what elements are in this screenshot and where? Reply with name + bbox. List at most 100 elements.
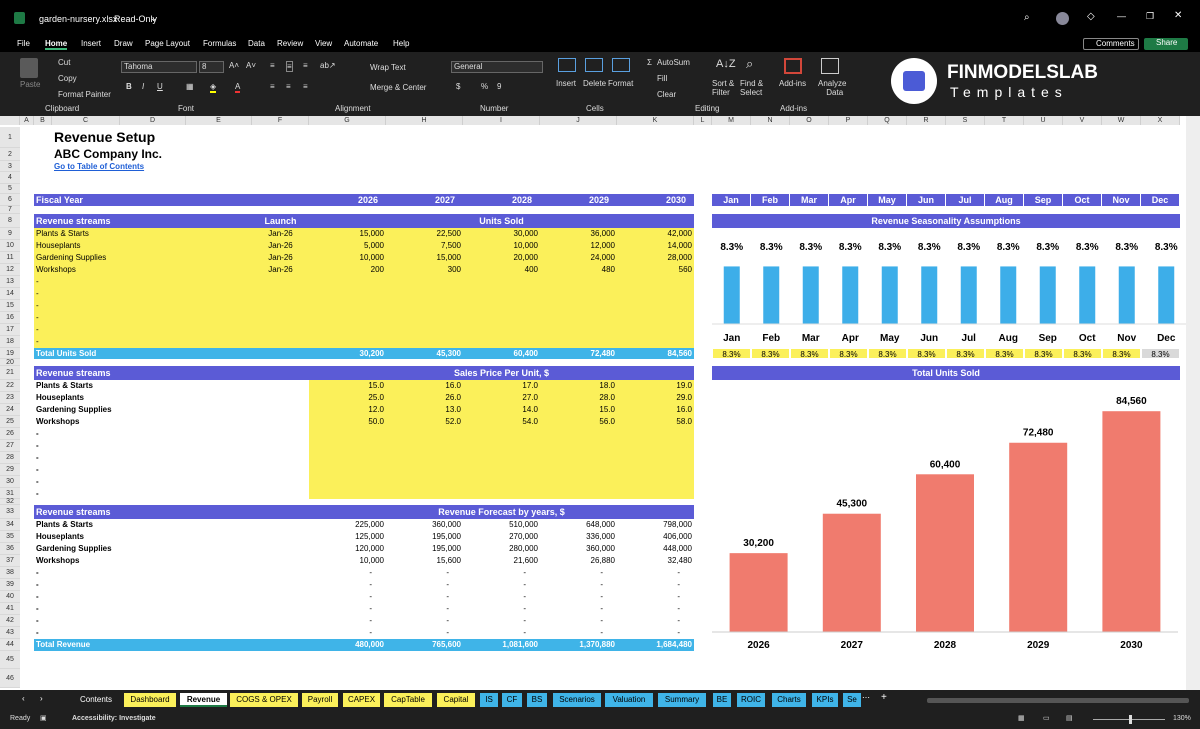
- price-value[interactable]: 26.0: [386, 392, 463, 404]
- revenue-value[interactable]: 406,000: [617, 531, 694, 543]
- clear-button[interactable]: Clear: [657, 90, 676, 99]
- row-header[interactable]: 3: [0, 161, 20, 172]
- revenue-value[interactable]: 10,000: [309, 555, 386, 567]
- units-value[interactable]: 300: [386, 264, 463, 276]
- total-units-value[interactable]: 72,480: [540, 348, 617, 359]
- price-empty[interactable]: [540, 428, 617, 440]
- month-header[interactable]: Dec: [1141, 194, 1180, 206]
- fiscal-year-label[interactable]: Fiscal Year: [34, 194, 309, 206]
- row-header[interactable]: 14: [0, 288, 20, 300]
- diamond-icon[interactable]: ◇: [1087, 11, 1095, 22]
- price-empty[interactable]: [386, 464, 463, 476]
- revenue-dash[interactable]: -: [386, 615, 463, 627]
- sheet-title[interactable]: Revenue Setup: [52, 127, 309, 147]
- month-header[interactable]: May: [868, 194, 907, 206]
- price-empty[interactable]: [540, 440, 617, 452]
- row-header[interactable]: 24: [0, 404, 20, 416]
- page-layout-view-icon[interactable]: ▭: [1043, 714, 1050, 722]
- minimize-icon[interactable]: —: [1117, 11, 1126, 21]
- month-header[interactable]: Aug: [985, 194, 1024, 206]
- units-value[interactable]: 10,000: [463, 240, 540, 252]
- revenue-value[interactable]: 360,000: [540, 543, 617, 555]
- units-empty[interactable]: [386, 312, 463, 324]
- border-icon[interactable]: ▦: [186, 82, 194, 91]
- row-header[interactable]: 38: [0, 567, 20, 579]
- restore-icon[interactable]: ❐: [1146, 11, 1154, 22]
- row-header[interactable]: 43: [0, 627, 20, 639]
- row-header[interactable]: 26: [0, 428, 20, 440]
- units-value[interactable]: 10,000: [309, 252, 386, 264]
- column-header[interactable]: A: [20, 116, 34, 125]
- units-empty[interactable]: [540, 276, 617, 288]
- paste-icon[interactable]: [20, 58, 38, 78]
- column-header[interactable]: E: [186, 116, 252, 125]
- row-header[interactable]: 45: [0, 651, 20, 669]
- price-empty[interactable]: [617, 464, 694, 476]
- avatar[interactable]: [1056, 12, 1069, 25]
- units-empty[interactable]: [386, 288, 463, 300]
- price-empty[interactable]: [463, 476, 540, 488]
- price-value[interactable]: 12.0: [309, 404, 386, 416]
- units-value[interactable]: 22,500: [386, 228, 463, 240]
- units-value[interactable]: 28,000: [617, 252, 694, 264]
- column-header[interactable]: K: [617, 116, 694, 125]
- stream-placeholder[interactable]: -: [34, 579, 309, 591]
- stream-placeholder[interactable]: -: [34, 464, 309, 476]
- normal-view-icon[interactable]: ▦: [1018, 714, 1025, 722]
- price-value[interactable]: 15.0: [309, 380, 386, 392]
- menu-page-layout[interactable]: Page Layout: [145, 39, 190, 48]
- units-empty[interactable]: [309, 288, 386, 300]
- row-header[interactable]: 41: [0, 603, 20, 615]
- units-value[interactable]: 42,000: [617, 228, 694, 240]
- sheet-tab[interactable]: KPIs: [812, 693, 838, 707]
- stream-name[interactable]: Houseplants: [34, 240, 252, 252]
- stream-placeholder[interactable]: -: [34, 627, 309, 639]
- analyze-data-button[interactable]: Analyze Data: [818, 79, 846, 97]
- sheet-tab[interactable]: Payroll: [302, 693, 338, 707]
- revenue-dash[interactable]: -: [386, 591, 463, 603]
- stream-placeholder[interactable]: -: [34, 300, 252, 312]
- row-header[interactable]: 12: [0, 264, 20, 276]
- revenue-dash[interactable]: -: [386, 567, 463, 579]
- row-header[interactable]: 28: [0, 452, 20, 464]
- launch-empty[interactable]: [252, 300, 309, 312]
- stream-name[interactable]: Workshops: [34, 264, 252, 276]
- revenue-streams-header[interactable]: Revenue streams: [34, 366, 309, 380]
- row-header[interactable]: 15: [0, 300, 20, 312]
- column-header[interactable]: B: [34, 116, 52, 125]
- column-header[interactable]: X: [1141, 116, 1180, 125]
- units-empty[interactable]: [463, 324, 540, 336]
- sheet-tab[interactable]: Capital: [437, 693, 475, 707]
- stream-placeholder[interactable]: -: [34, 440, 309, 452]
- price-value[interactable]: 13.0: [386, 404, 463, 416]
- fiscal-year-cell[interactable]: 2028: [463, 194, 540, 206]
- sheet-tab[interactable]: BE: [713, 693, 731, 707]
- price-value[interactable]: 27.0: [463, 392, 540, 404]
- font-name-select[interactable]: Tahoma: [121, 61, 197, 73]
- price-empty[interactable]: [309, 476, 386, 488]
- total-revenue-value[interactable]: 1,370,880: [540, 639, 617, 651]
- column-header[interactable]: F: [252, 116, 309, 125]
- menu-insert[interactable]: Insert: [81, 39, 101, 48]
- units-value[interactable]: 5,000: [309, 240, 386, 252]
- row-header[interactable]: 42: [0, 615, 20, 627]
- align-center-icon[interactable]: ≡: [286, 82, 291, 91]
- align-left-icon[interactable]: ≡: [270, 82, 275, 91]
- row-header[interactable]: 33: [0, 505, 20, 519]
- price-empty[interactable]: [463, 464, 540, 476]
- share-button[interactable]: Share: [1144, 38, 1188, 50]
- stream-name[interactable]: Plants & Starts: [34, 380, 309, 392]
- revenue-value[interactable]: 195,000: [386, 543, 463, 555]
- price-empty[interactable]: [617, 452, 694, 464]
- addins-button[interactable]: Add-ins: [779, 79, 806, 88]
- units-empty[interactable]: [309, 276, 386, 288]
- revenue-dash[interactable]: -: [617, 615, 694, 627]
- revenue-value[interactable]: 510,000: [463, 519, 540, 531]
- row-header[interactable]: 36: [0, 543, 20, 555]
- price-empty[interactable]: [309, 452, 386, 464]
- launch-date[interactable]: Jan-26: [252, 264, 309, 276]
- fiscal-year-cell[interactable]: 2030: [617, 194, 694, 206]
- row-header[interactable]: 19: [0, 348, 20, 359]
- units-empty[interactable]: [617, 276, 694, 288]
- worksheet-grid[interactable]: ABCDEFGHIJKLMNOPQRSTUVWX 1 2 3 4 5 6 7 8 9 10 11 12…: [0, 116, 1200, 690]
